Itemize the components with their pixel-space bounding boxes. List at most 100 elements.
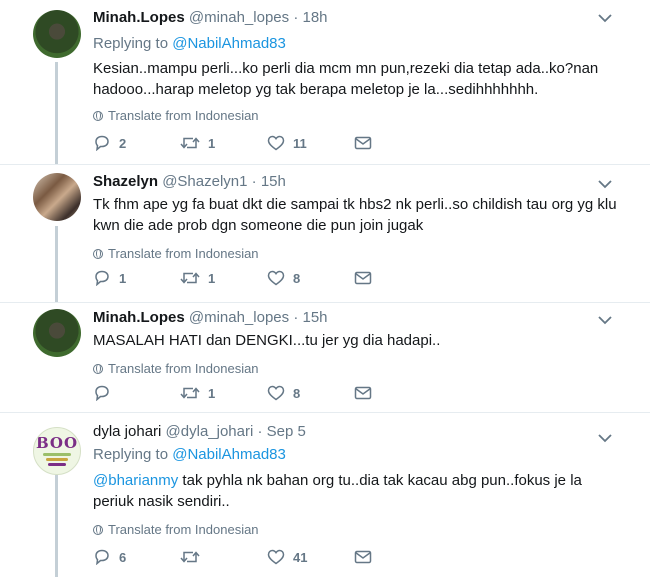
replying-mention-link[interactable]: @NabilAhmad83: [172, 446, 286, 463]
user-handle[interactable]: @Shazelyn1: [162, 173, 247, 190]
tweet-header: dyla johari @dyla_johari · Sep 5: [93, 422, 620, 442]
like-button[interactable]: 11: [267, 135, 354, 151]
retweet-icon: [180, 387, 200, 399]
like-count: 8: [293, 270, 301, 286]
text-mention-link[interactable]: @bharianmy: [93, 472, 178, 489]
chevron-down-icon[interactable]: [598, 430, 612, 448]
avatar-logo-stripe: [43, 453, 71, 456]
user-handle[interactable]: @minah_lopes: [189, 9, 289, 26]
translate-label: Translate from Indonesian: [108, 108, 259, 123]
message-icon: [354, 271, 372, 285]
tweet-time[interactable]: · 18h: [293, 9, 327, 26]
like-icon: [267, 385, 285, 401]
globe-icon: [93, 111, 103, 121]
avatar[interactable]: [33, 309, 81, 357]
translate-link[interactable]: Translate from Indonesian: [93, 108, 620, 124]
user-handle[interactable]: @minah_lopes: [189, 309, 289, 326]
tweet-time[interactable]: · 15h: [252, 173, 286, 190]
reply-icon: [95, 385, 109, 401]
reply-button[interactable]: 2: [93, 135, 180, 151]
user-name[interactable]: Minah.Lopes: [93, 9, 185, 26]
tweet-header: Shazelyn @Shazelyn1 · 15h: [93, 172, 620, 192]
message-button[interactable]: [354, 136, 441, 150]
translate-label: Translate from Indonesian: [108, 361, 259, 376]
chevron-down-icon[interactable]: [598, 176, 612, 194]
message-icon: [354, 136, 372, 150]
globe-icon: [93, 249, 103, 259]
retweet-icon: [180, 551, 200, 563]
reply-count: 1: [119, 270, 127, 286]
avatar-logo-text: BOO: [35, 434, 79, 452]
avatar[interactable]: [33, 173, 81, 221]
like-count: 8: [293, 385, 301, 401]
message-icon: [354, 386, 372, 400]
retweet-count: 1: [208, 270, 216, 286]
retweet-button[interactable]: 1: [180, 270, 267, 286]
retweet-button[interactable]: [180, 549, 267, 565]
replying-prefix: Replying to: [93, 35, 169, 52]
like-button[interactable]: 8: [267, 270, 354, 286]
replying-to: Replying to @NabilAhmad83: [93, 34, 620, 54]
translate-link[interactable]: Translate from Indonesian: [93, 522, 620, 538]
reply-icon: [95, 549, 109, 565]
tweet-header: Minah.Lopes @minah_lopes · 18h: [93, 8, 620, 28]
like-count: 41: [293, 549, 308, 565]
retweet-icon: [180, 137, 200, 149]
tweet-text: Kesian..mampu perli...ko perli dia mcm m…: [93, 60, 599, 98]
message-button[interactable]: [354, 386, 441, 400]
reply-icon: [95, 135, 109, 151]
reply-icon: [95, 270, 109, 286]
tweet-time[interactable]: · Sep 5: [258, 423, 306, 440]
tweet-time[interactable]: · 15h: [293, 309, 327, 326]
like-icon: [267, 270, 285, 286]
tweet[interactable]: Shazelyn @Shazelyn1 · 15h Tk fhm ape yg …: [0, 165, 650, 302]
translate-label: Translate from Indonesian: [108, 522, 259, 537]
like-count: 11: [293, 135, 307, 151]
message-icon: [354, 550, 372, 564]
avatar-logo-stripe: [48, 463, 66, 466]
chevron-down-icon[interactable]: [598, 312, 612, 330]
message-button[interactable]: [354, 271, 441, 285]
message-button[interactable]: [354, 550, 441, 564]
chevron-down-icon[interactable]: [598, 10, 612, 28]
tweet[interactable]: Minah.Lopes @minah_lopes · 15h MASALAH H…: [0, 303, 650, 412]
tweet-text: MASALAH HATI dan DENGKI...tu jer yg dia …: [93, 332, 441, 349]
translate-link[interactable]: Translate from Indonesian: [93, 246, 620, 262]
globe-icon: [93, 364, 103, 374]
tweet-actions: 1 1 8: [93, 270, 441, 286]
tweet[interactable]: BOO dyla johari @dyla_johari · Sep 5 Rep…: [0, 413, 650, 577]
retweet-button[interactable]: 1: [180, 135, 267, 151]
tweet-actions: 1 8: [93, 385, 441, 401]
user-handle[interactable]: @dyla_johari: [166, 423, 254, 440]
retweet-count: 1: [208, 135, 216, 151]
like-icon: [267, 549, 285, 565]
user-name[interactable]: Shazelyn: [93, 173, 158, 190]
retweet-count: 1: [208, 385, 216, 401]
tweet-actions: 2 1 11: [93, 135, 441, 151]
translate-label: Translate from Indonesian: [108, 246, 259, 261]
avatar[interactable]: [33, 10, 81, 58]
like-icon: [267, 135, 285, 151]
reply-button[interactable]: [93, 385, 180, 401]
replying-to: Replying to @NabilAhmad83: [93, 445, 620, 465]
tweet-text: Tk fhm ape yg fa buat dkt die sampai tk …: [93, 196, 617, 234]
retweet-button[interactable]: 1: [180, 385, 267, 401]
avatar[interactable]: BOO: [33, 427, 81, 475]
reply-count: 6: [119, 549, 127, 565]
tweet-actions: 6 41: [93, 549, 441, 565]
tweet-header: Minah.Lopes @minah_lopes · 15h: [93, 308, 620, 328]
user-name[interactable]: dyla johari: [93, 423, 161, 440]
reply-count: 2: [119, 135, 127, 151]
globe-icon: [93, 525, 103, 535]
reply-button[interactable]: 6: [93, 549, 180, 565]
tweet-text: @bharianmy tak pyhla nk bahan org tu..di…: [93, 470, 620, 512]
avatar-logo-stripe: [46, 458, 68, 461]
like-button[interactable]: 8: [267, 385, 354, 401]
user-name[interactable]: Minah.Lopes: [93, 309, 185, 326]
like-button[interactable]: 41: [267, 549, 354, 565]
tweet[interactable]: Minah.Lopes @minah_lopes · 18h Replying …: [0, 0, 650, 164]
replying-mention-link[interactable]: @NabilAhmad83: [172, 35, 286, 52]
replying-prefix: Replying to: [93, 446, 169, 463]
translate-link[interactable]: Translate from Indonesian: [93, 361, 620, 377]
reply-button[interactable]: 1: [93, 270, 180, 286]
